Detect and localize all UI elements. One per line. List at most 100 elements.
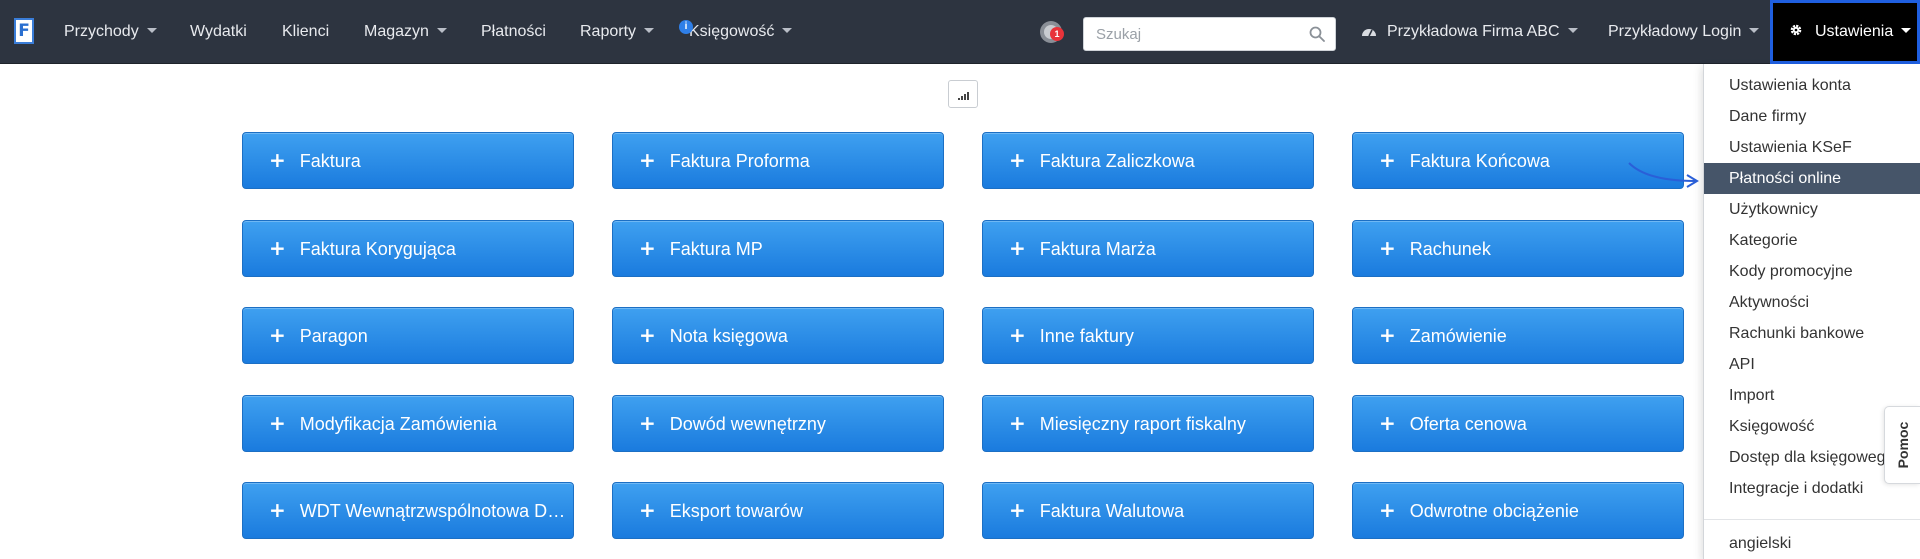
new-document-button[interactable]: + Dowód wewnętrzny bbox=[612, 395, 944, 452]
nav-platnosci[interactable]: Płatności bbox=[481, 0, 546, 64]
search-box bbox=[1083, 17, 1336, 51]
document-type-label: Miesięczny raport fiskalny bbox=[1039, 414, 1246, 434]
company-name: Przykładowa Firma ABC bbox=[1387, 23, 1560, 40]
settings-menu-item[interactable]: Użytkownicy bbox=[1704, 194, 1920, 225]
document-type-label: Oferta cenowa bbox=[1409, 414, 1527, 434]
notification-icon[interactable]: 1 bbox=[1040, 21, 1064, 43]
nav-magazyn[interactable]: Magazyn bbox=[364, 0, 447, 64]
nav-ksiegowosc[interactable]: i Księgowość bbox=[679, 0, 793, 64]
document-type-label: Dowód wewnętrzny bbox=[669, 414, 826, 434]
document-type-label: Odwrotne obciążenie bbox=[1409, 501, 1579, 521]
new-document-button[interactable]: + Inne faktury bbox=[982, 307, 1314, 364]
app-logo[interactable]: F bbox=[14, 18, 34, 44]
nav-label: Księgowość bbox=[689, 23, 775, 40]
new-document-button[interactable]: + Faktura Proforma bbox=[612, 132, 944, 189]
new-document-button[interactable]: + Paragon bbox=[242, 307, 574, 364]
nav-label: Klienci bbox=[282, 23, 330, 40]
settings-menu-item[interactable]: Płatności online bbox=[1704, 163, 1920, 194]
pointer-arrow-icon bbox=[1628, 162, 1699, 188]
search-input[interactable] bbox=[1084, 18, 1299, 50]
caret-down-icon bbox=[644, 28, 655, 34]
settings-menu-item[interactable]: Kategorie bbox=[1704, 225, 1920, 256]
nav-wydatki[interactable]: Wydatki bbox=[190, 0, 247, 64]
new-document-button[interactable]: + Miesięczny raport fiskalny bbox=[982, 395, 1314, 452]
document-type-label: Faktura Korygująca bbox=[299, 239, 456, 259]
new-document-button[interactable]: + Odwrotne obciążenie bbox=[1352, 482, 1684, 539]
plus-icon: + bbox=[639, 236, 656, 260]
plus-icon: + bbox=[1009, 323, 1026, 347]
settings-menu-item[interactable]: Ustawienia konta bbox=[1704, 70, 1920, 101]
new-document-button[interactable]: + Rachunek bbox=[1352, 220, 1684, 277]
new-document-button[interactable]: + Eksport towarów bbox=[612, 482, 944, 539]
help-tab[interactable]: Pomoc bbox=[1884, 406, 1920, 484]
new-document-button[interactable]: + Oferta cenowa bbox=[1352, 395, 1684, 452]
plus-icon: + bbox=[269, 148, 286, 172]
document-type-label: Faktura Zaliczkowa bbox=[1039, 151, 1195, 171]
signal-bars-icon bbox=[958, 92, 969, 100]
settings-dropdown-menu: Ustawienia konta Dane firmy Ustawienia KSe… bbox=[1703, 64, 1920, 559]
document-type-label: Faktura bbox=[299, 151, 361, 171]
new-document-button[interactable]: + Faktura MP bbox=[612, 220, 944, 277]
caret-down-icon bbox=[436, 28, 447, 34]
nav-label: Płatności bbox=[481, 23, 546, 40]
plus-icon: + bbox=[639, 411, 656, 435]
new-document-button[interactable]: + Faktura Walutowa bbox=[982, 482, 1314, 539]
plus-icon: + bbox=[1009, 236, 1026, 260]
plus-icon: + bbox=[1379, 323, 1396, 347]
plus-icon: + bbox=[1009, 411, 1026, 435]
settings-menu-item[interactable]: Kody promocyjne bbox=[1704, 256, 1920, 287]
notification-count-badge: 1 bbox=[1050, 27, 1064, 41]
menu-item-language[interactable]: angielski bbox=[1704, 528, 1920, 559]
document-type-label: Faktura Marża bbox=[1039, 239, 1156, 259]
plus-icon: + bbox=[639, 148, 656, 172]
nav-label: Wydatki bbox=[190, 23, 247, 40]
nav-login[interactable]: Przykładowy Login bbox=[1608, 0, 1760, 64]
caret-down-icon bbox=[1901, 28, 1912, 34]
plus-icon: + bbox=[269, 411, 286, 435]
new-document-button[interactable]: + Modyfikacja Zamówienia bbox=[242, 395, 574, 452]
new-document-button[interactable]: + WDT Wewnątrzwspólnotowa Dostawa Towarów bbox=[242, 482, 574, 539]
new-document-button[interactable]: + Zamówienie bbox=[1352, 307, 1684, 364]
settings-menu-item[interactable]: API bbox=[1704, 349, 1920, 380]
caret-down-icon bbox=[782, 28, 793, 34]
plus-icon: + bbox=[1009, 148, 1026, 172]
search-icon[interactable] bbox=[1309, 26, 1325, 42]
new-document-button[interactable]: + Faktura bbox=[242, 132, 574, 189]
plus-icon: + bbox=[639, 323, 656, 347]
plus-icon: + bbox=[1379, 148, 1396, 172]
settings-menu-item[interactable]: Ustawienia KSeF bbox=[1704, 132, 1920, 163]
plus-icon: + bbox=[1379, 498, 1396, 522]
caret-down-icon bbox=[146, 28, 157, 34]
dashboard-icon bbox=[1362, 28, 1376, 37]
document-type-label: Rachunek bbox=[1409, 239, 1491, 259]
document-type-label: Zamówienie bbox=[1409, 326, 1507, 346]
top-navbar: F Przychody Wydatki Klienci Magazyn Płat… bbox=[0, 0, 1920, 64]
document-type-label: WDT Wewnątrzwspólnotowa Dostawa Towarów bbox=[299, 501, 573, 521]
nav-company[interactable]: Przykładowa Firma ABC bbox=[1361, 0, 1578, 64]
plus-icon: + bbox=[1379, 236, 1396, 260]
new-document-button[interactable]: + Faktura Zaliczkowa bbox=[982, 132, 1314, 189]
plus-icon: + bbox=[269, 323, 286, 347]
login-name: Przykładowy Login bbox=[1608, 23, 1742, 40]
signal-toggle-button[interactable] bbox=[948, 80, 978, 108]
nav-przychody[interactable]: Przychody bbox=[64, 0, 157, 64]
nav-raporty[interactable]: Raporty bbox=[580, 0, 655, 64]
new-document-button[interactable]: + Faktura Marża bbox=[982, 220, 1314, 277]
plus-icon: + bbox=[269, 236, 286, 260]
settings-button[interactable]: Ustawienia bbox=[1770, 0, 1920, 64]
settings-menu-item[interactable]: Aktywności bbox=[1704, 287, 1920, 318]
document-type-label: Faktura Końcowa bbox=[1409, 151, 1550, 171]
info-badge-icon: i bbox=[679, 20, 693, 34]
document-type-label: Modyfikacja Zamówienia bbox=[299, 414, 497, 434]
new-document-button[interactable]: + Nota księgowa bbox=[612, 307, 944, 364]
plus-icon: + bbox=[639, 498, 656, 522]
gear-icon bbox=[1790, 24, 1802, 36]
caret-down-icon bbox=[1749, 28, 1760, 34]
document-type-label: Faktura Walutowa bbox=[1039, 501, 1185, 521]
settings-menu-item[interactable]: Rachunki bankowe bbox=[1704, 318, 1920, 349]
nav-klienci[interactable]: Klienci bbox=[282, 0, 329, 64]
nav-label: Magazyn bbox=[364, 23, 429, 40]
document-type-label: Faktura MP bbox=[669, 239, 763, 259]
new-document-button[interactable]: + Faktura Korygująca bbox=[242, 220, 574, 277]
settings-menu-item[interactable]: Dane firmy bbox=[1704, 101, 1920, 132]
